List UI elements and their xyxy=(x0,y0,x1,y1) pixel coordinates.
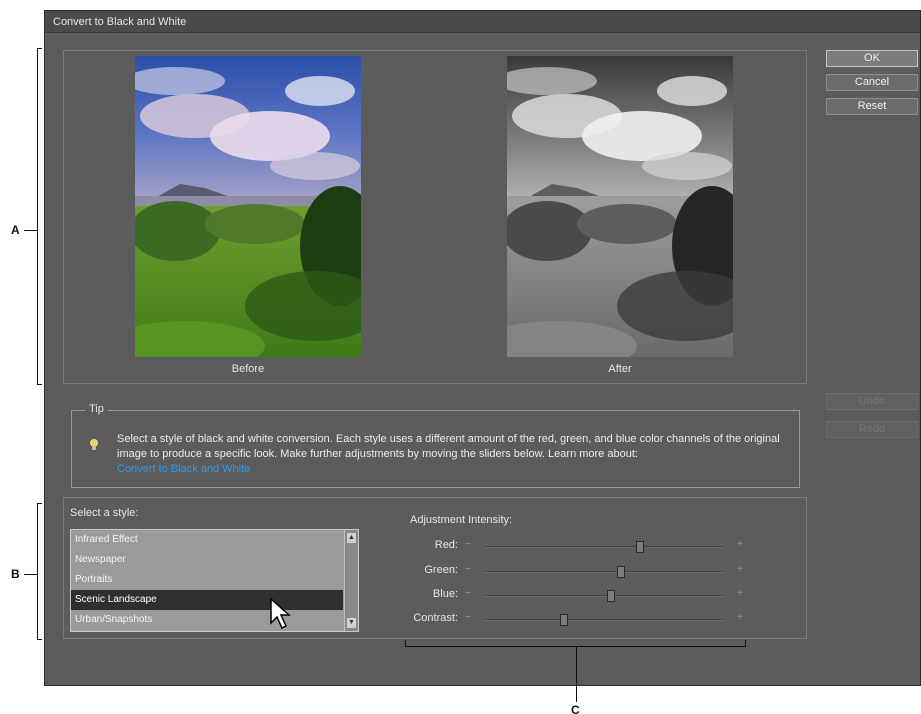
style-list-label: Select a style: xyxy=(70,507,139,519)
callout-b-bracket xyxy=(37,503,42,640)
style-item[interactable]: Urban/Snapshots xyxy=(71,610,343,630)
lightbulb-icon xyxy=(90,439,98,450)
convert-bw-dialog: Convert to Black and White Before After … xyxy=(44,10,921,686)
callout-b-tick xyxy=(24,574,37,575)
adjustment-intensity-label: Adjustment Intensity: xyxy=(410,514,513,526)
style-item[interactable]: Portraits xyxy=(71,570,343,590)
callout-a-tick xyxy=(24,230,37,231)
style-listbox[interactable]: Infrared Effect Newspaper Portraits Scen… xyxy=(70,529,359,632)
plus-icon: + xyxy=(737,539,743,550)
slider-label: Blue: xyxy=(432,588,458,600)
green-slider-row: Green: − + xyxy=(390,564,750,578)
slider-thumb[interactable] xyxy=(616,566,625,578)
style-item[interactable]: Infrared Effect xyxy=(71,530,343,550)
minus-icon: − xyxy=(465,539,471,550)
redo-button[interactable]: Redo xyxy=(826,421,918,438)
plus-icon: + xyxy=(737,564,743,575)
plus-icon: + xyxy=(737,588,743,599)
ok-button[interactable]: OK xyxy=(826,50,918,67)
reset-button[interactable]: Reset xyxy=(826,98,918,115)
after-label: After xyxy=(608,363,632,375)
blue-slider[interactable] xyxy=(485,590,723,602)
red-slider-row: Red: − + xyxy=(390,539,750,553)
red-slider[interactable] xyxy=(485,541,723,553)
minus-icon: − xyxy=(465,612,471,623)
contrast-slider-row: Contrast: − + xyxy=(390,612,750,626)
before-image xyxy=(135,56,361,357)
plus-icon: + xyxy=(737,612,743,623)
blue-slider-row: Blue: − + xyxy=(390,588,750,602)
preview-panel: Before After xyxy=(63,50,807,384)
dialog-titlebar: Convert to Black and White xyxy=(45,11,920,33)
scroll-down-icon[interactable]: ▼ xyxy=(347,618,356,628)
style-item-selected[interactable]: Scenic Landscape xyxy=(71,590,343,610)
callout-c-bracket xyxy=(405,640,746,647)
callout-b: B xyxy=(11,567,20,581)
contrast-slider[interactable] xyxy=(485,614,723,626)
cancel-button[interactable]: Cancel xyxy=(826,74,918,91)
after-image xyxy=(507,56,733,357)
slider-thumb[interactable] xyxy=(559,614,568,626)
list-scrollbar[interactable]: ▲ ▼ xyxy=(344,530,358,631)
tip-text: Select a style of black and white conver… xyxy=(117,432,797,477)
slider-label: Red: xyxy=(434,539,458,551)
green-slider[interactable] xyxy=(485,566,723,578)
dialog-title: Convert to Black and White xyxy=(53,16,187,28)
slider-thumb[interactable] xyxy=(607,590,616,602)
before-label: Before xyxy=(231,363,265,375)
tip-legend: Tip xyxy=(85,403,108,415)
undo-button[interactable]: Undo xyxy=(826,393,918,410)
callout-c-tick xyxy=(576,647,577,702)
tip-body: Select a style of black and white conver… xyxy=(117,433,780,460)
slider-label: Contrast: xyxy=(413,612,458,624)
callout-a: A xyxy=(11,223,20,237)
style-item[interactable]: Newspaper xyxy=(71,550,343,570)
minus-icon: − xyxy=(465,564,471,575)
minus-icon: − xyxy=(465,588,471,599)
scroll-up-icon[interactable]: ▲ xyxy=(347,533,356,543)
slider-thumb[interactable] xyxy=(635,541,644,553)
mouse-pointer-icon xyxy=(270,597,291,630)
learn-more-link[interactable]: Convert to Black and White xyxy=(117,463,250,475)
callout-c: C xyxy=(571,703,580,714)
callout-a-bracket xyxy=(37,48,42,385)
slider-label: Green: xyxy=(424,564,458,576)
